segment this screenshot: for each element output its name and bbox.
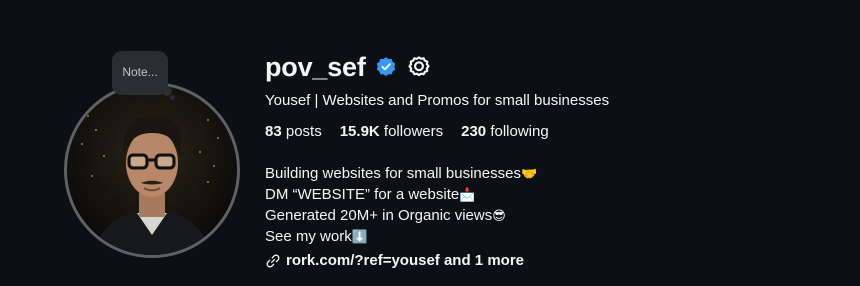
avatar-photo bbox=[67, 85, 237, 255]
following-count: 230 bbox=[461, 123, 487, 140]
stat-following[interactable]: 230 following bbox=[461, 123, 549, 140]
bio-line: See my work⬇️ bbox=[265, 227, 845, 248]
name-row: pov_sef bbox=[265, 48, 845, 86]
full-name: Yousef | Websites and Promos for small b… bbox=[265, 92, 610, 109]
profile-avatar[interactable] bbox=[64, 82, 240, 258]
posts-label: posts bbox=[285, 123, 322, 140]
bio-text: See my work bbox=[265, 228, 352, 245]
username[interactable]: pov_sef bbox=[265, 52, 366, 83]
sunglasses-emoji-icon: 😎 bbox=[492, 209, 506, 224]
bio-text: DM “WEBSITE” for a website bbox=[265, 186, 460, 203]
stat-followers[interactable]: 15.9K followers bbox=[340, 123, 443, 140]
note-tail-small bbox=[170, 95, 175, 100]
bio-link[interactable]: rork.com/?ref=yousef and 1 more bbox=[265, 252, 845, 269]
followers-label: followers bbox=[383, 123, 444, 140]
following-label: following bbox=[490, 123, 549, 140]
bio: Building websites for small businesses🤝 … bbox=[265, 164, 845, 248]
down-arrow-emoji-icon: ⬇️ bbox=[351, 230, 368, 245]
bio-line: Building websites for small businesses🤝 bbox=[265, 164, 845, 185]
link-icon bbox=[266, 254, 280, 267]
bio-line: Generated 20M+ in Organic views😎 bbox=[265, 206, 845, 227]
posts-count: 83 bbox=[265, 123, 282, 140]
handshake-emoji-icon: 🤝 bbox=[520, 167, 538, 182]
stat-posts[interactable]: 83 posts bbox=[265, 123, 322, 140]
note-bubble[interactable]: Note... bbox=[112, 51, 168, 95]
note-label: Note... bbox=[122, 65, 158, 79]
bio-text: Building websites for small businesses bbox=[265, 165, 521, 182]
followers-count: 15.9K bbox=[339, 123, 380, 140]
stats-row: 83 posts 15.9K followers 230 following bbox=[265, 123, 845, 140]
envelope-emoji-icon: 📩 bbox=[459, 188, 476, 203]
verified-badge-icon bbox=[376, 57, 395, 77]
profile-header: Note... pov_sef Yousef | Websites and Pr… bbox=[0, 0, 860, 286]
bio-text: Generated 20M+ in Organic views bbox=[265, 207, 493, 224]
link-text: rork.com/?ref=yousef and 1 more bbox=[286, 252, 524, 269]
bio-line: DM “WEBSITE” for a website📩 bbox=[265, 185, 845, 206]
gear-icon[interactable] bbox=[406, 54, 432, 80]
profile-info: pov_sef Yousef | Websites and Promos for… bbox=[265, 48, 845, 270]
